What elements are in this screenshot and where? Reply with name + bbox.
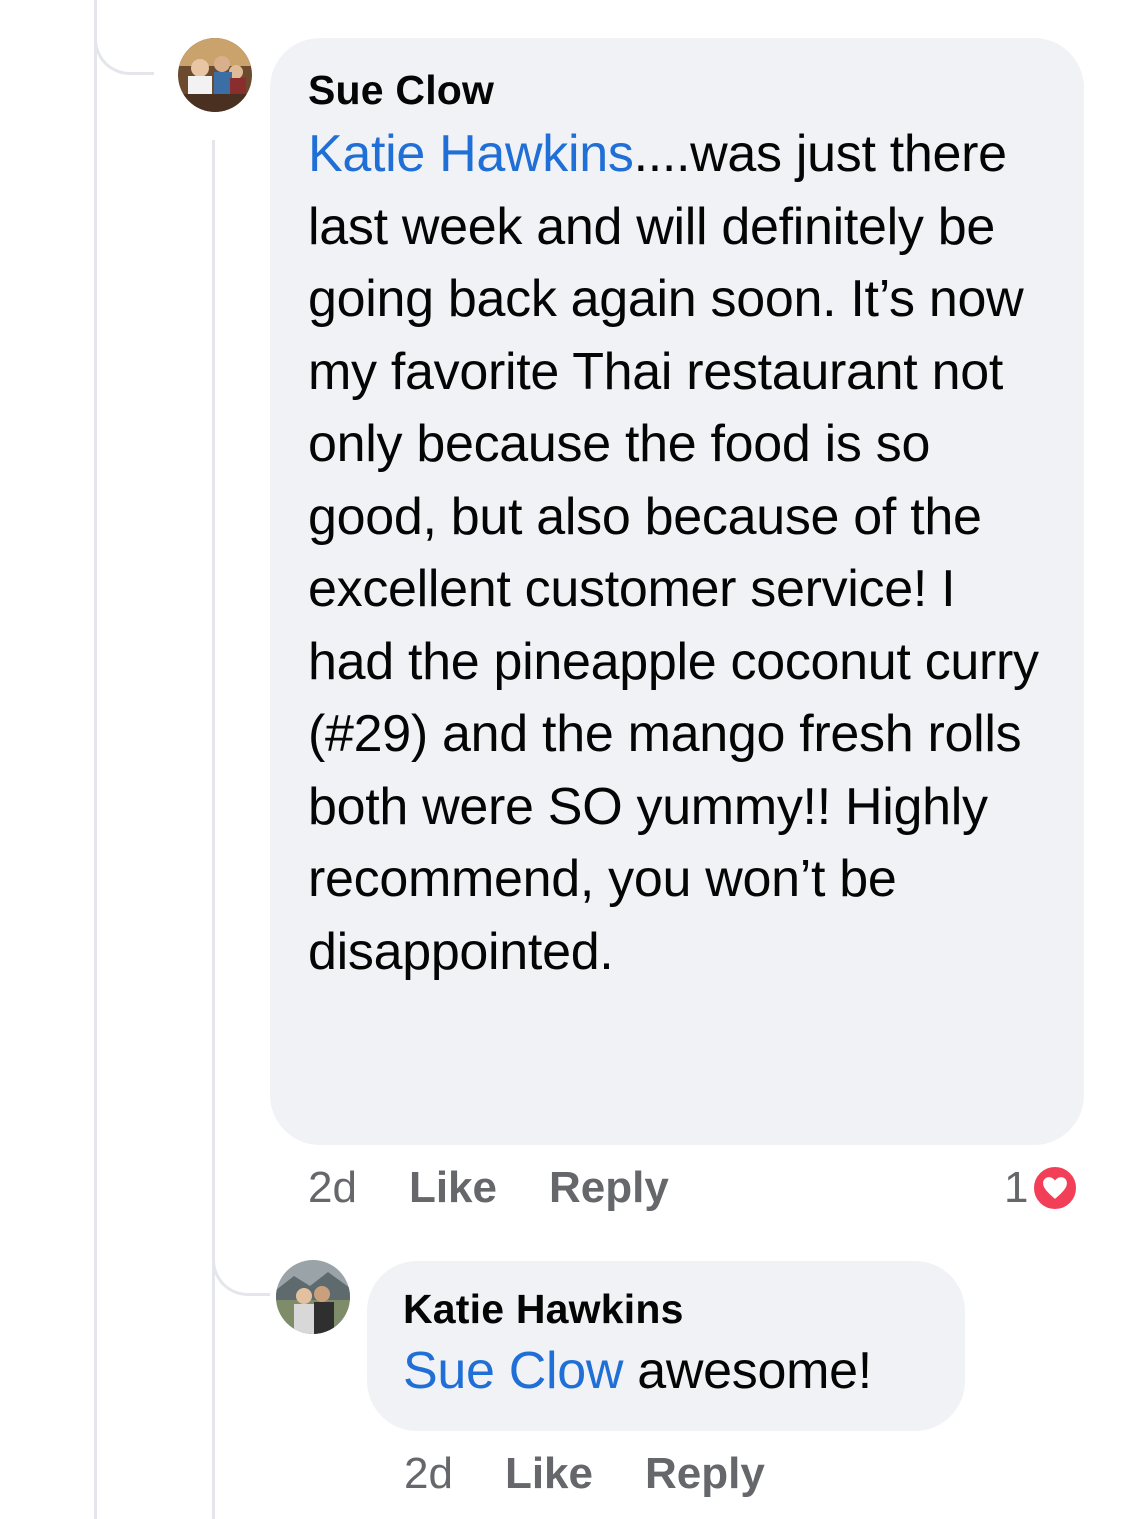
like-button[interactable]: Like <box>505 1449 593 1499</box>
comment-body: ....was just there last week and will de… <box>308 125 1039 981</box>
heart-icon <box>1032 1165 1079 1211</box>
avatar[interactable] <box>276 1260 350 1334</box>
thread-line-outer <box>94 0 97 1519</box>
profile-photo-icon <box>178 38 252 112</box>
timestamp[interactable]: 2d <box>308 1163 357 1213</box>
reaction-count: 1 <box>1004 1163 1029 1212</box>
comment-text: Sue Clow awesome! <box>403 1335 935 1408</box>
comment-text: Katie Hawkins....was just there last wee… <box>308 118 1048 988</box>
comment-author[interactable]: Sue Clow <box>308 66 1048 114</box>
timestamp[interactable]: 2d <box>404 1449 453 1499</box>
thread-connector-2 <box>212 1230 270 1296</box>
mention-link[interactable]: Sue Clow <box>403 1342 623 1400</box>
profile-photo-icon <box>276 1260 350 1334</box>
comment-author[interactable]: Katie Hawkins <box>403 1285 935 1333</box>
comment-body: awesome! <box>623 1342 872 1400</box>
like-button[interactable]: Like <box>409 1163 497 1213</box>
comment-bubble: Sue Clow Katie Hawkins....was just there… <box>270 38 1084 1145</box>
thread-line-inner <box>212 140 215 1519</box>
avatar[interactable] <box>178 38 252 112</box>
reaction-summary[interactable]: 1 <box>1004 1162 1079 1214</box>
comment-actions: 2d Like Reply <box>404 1446 765 1502</box>
reply-button[interactable]: Reply <box>549 1163 669 1213</box>
reply-button[interactable]: Reply <box>645 1449 765 1499</box>
comment-actions: 2d Like Reply <box>308 1160 669 1216</box>
thread-connector-1 <box>94 0 154 75</box>
mention-link[interactable]: Katie Hawkins <box>308 125 634 183</box>
comment-bubble: Katie Hawkins Sue Clow awesome! <box>367 1261 965 1431</box>
